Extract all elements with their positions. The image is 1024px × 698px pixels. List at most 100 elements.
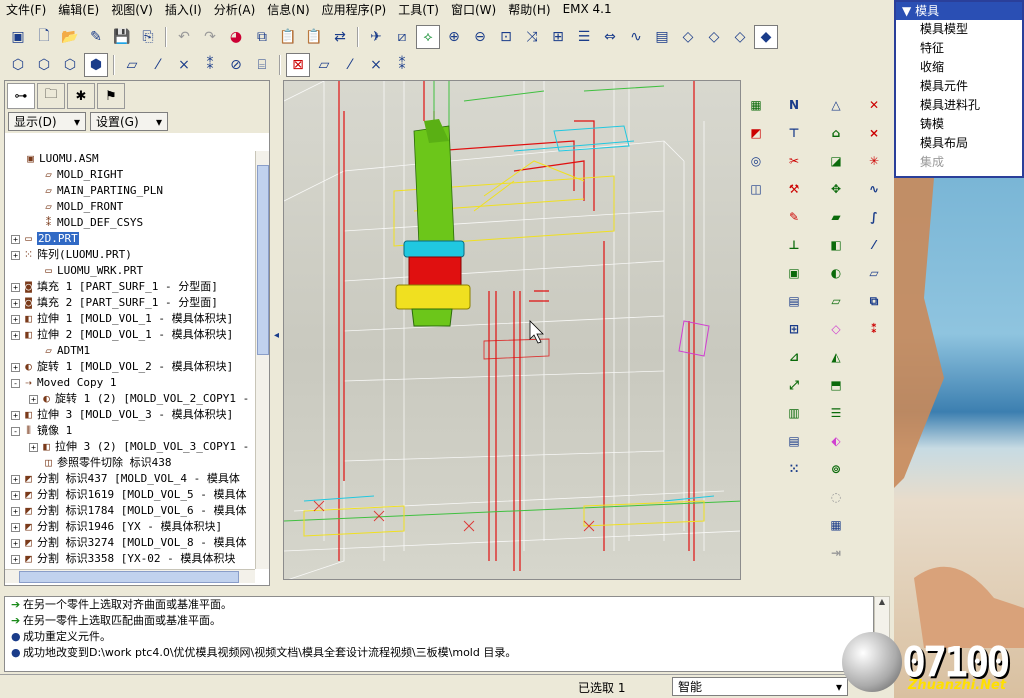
part-split-icon[interactable]: ◎ (745, 150, 767, 172)
close-window-icon[interactable]: ⊠ (286, 53, 310, 77)
tree-item[interactable]: + ◩ 分割 标识1619 [MOLD_VOL_5 - 模具体 (5, 487, 255, 503)
menu-analysis[interactable]: 分析(A) (208, 1, 262, 18)
no-hidden-icon[interactable]: ◇ (728, 25, 752, 49)
menu-item-feature[interactable]: 特征 (896, 39, 1022, 58)
triangle-icon[interactable]: △ (825, 94, 847, 116)
mold-base-icon[interactable]: ▦ (745, 94, 767, 116)
menu-item-shrinkage[interactable]: 收缩 (896, 58, 1022, 77)
tree-item[interactable]: + ◩ 分割 标识1784 [MOLD_VOL_6 - 模具体 (5, 503, 255, 519)
refit-icon[interactable]: ⊡ (494, 25, 518, 49)
expand-icon[interactable]: + (11, 538, 20, 548)
tree-item[interactable]: + ◩ 分割 标识437 [MOLD_VOL_4 - 模具体 (5, 471, 255, 487)
menu-item-mold-layout[interactable]: 模具布局 (896, 134, 1022, 153)
paste-special-icon[interactable]: 📋 (302, 25, 326, 49)
shell-icon[interactable]: ◇ (825, 318, 847, 340)
expand-icon[interactable]: + (11, 314, 20, 324)
saved-views-icon[interactable]: ⊞ (546, 25, 570, 49)
tree-item[interactable]: + ◧ 拉伸 2 [MOLD_VOL_1 - 模具体积块] (5, 327, 255, 343)
tree-item[interactable]: + ◙ 填充 1 [PART_SURF_1 - 分型面] (5, 279, 255, 295)
menu-applications[interactable]: 应用程序(P) (316, 1, 393, 18)
expand-icon[interactable]: + (11, 298, 20, 308)
circle-icon[interactable]: ◌ (825, 486, 847, 508)
datum-point-display-icon[interactable]: × (172, 53, 196, 77)
regenerate-icon[interactable]: ◕ (224, 25, 248, 49)
csys-display-icon[interactable]: ⁑ (198, 53, 222, 77)
fill-tool-icon[interactable]: ◪ (825, 150, 847, 172)
spline-icon[interactable]: ∫ (863, 206, 885, 228)
star-cross-icon[interactable]: ✳ (863, 150, 885, 172)
settings-dropdown[interactable]: 设置(G) ▾ (90, 112, 168, 131)
tree-vertical-scrollbar[interactable] (255, 151, 269, 569)
stack-layers-icon[interactable]: ☰ (825, 402, 847, 424)
display-dropdown[interactable]: 显示(D) ▾ (8, 112, 86, 131)
tree-item[interactable]: + ◩ 分割 标识1946 [YX - 模具体积块] (5, 519, 255, 535)
expand-icon[interactable]: + (11, 554, 20, 564)
select-window-icon[interactable]: ▣ (6, 25, 30, 49)
zoom-out-icon[interactable]: ⊖ (468, 25, 492, 49)
expand-icon[interactable]: + (29, 442, 38, 452)
cube-shaded-icon[interactable]: ⬢ (84, 53, 108, 77)
coord-icon[interactable]: ⁑ (390, 53, 414, 77)
shrink-icon[interactable]: ◩ (745, 122, 767, 144)
axis-icon[interactable]: ⁄ (338, 53, 362, 77)
csys-tool-icon[interactable]: ⁑ (863, 318, 885, 340)
tab-favorites[interactable]: ✱ (67, 83, 95, 109)
menu-insert[interactable]: 插入(I) (159, 1, 208, 18)
tab-connections[interactable]: ⚑ (97, 83, 125, 109)
stack-icon[interactable]: ▤ (783, 290, 805, 312)
hidden-line-icon[interactable]: ◇ (702, 25, 726, 49)
scroll-thumb[interactable] (257, 165, 269, 355)
new-file-icon[interactable]: 🗋 (32, 25, 56, 49)
model-tree-icon[interactable]: ⇄ (328, 25, 352, 49)
save-all-icon[interactable]: ⎘ (136, 25, 160, 49)
collapse-icon[interactable]: - (11, 426, 20, 436)
menu-file[interactable]: 文件(F) (0, 1, 52, 18)
cut-tool-icon[interactable]: ✂ (783, 150, 805, 172)
volume-icon[interactable]: ◫ (745, 178, 767, 200)
reorient-icon[interactable]: ⤨ (520, 25, 544, 49)
tree-item[interactable]: + ◩ 分割 标识3274 [MOLD_VOL_8 - 模具体 (5, 535, 255, 551)
pattern-tool-icon[interactable]: ⁙ (783, 458, 805, 480)
blend-icon[interactable]: ⬒ (825, 374, 847, 396)
expand-icon[interactable]: + (11, 234, 20, 244)
surface-icon[interactable]: ⌂ (825, 122, 847, 144)
shade-icon[interactable]: ▤ (650, 25, 674, 49)
open-folder-icon[interactable]: 📂 (58, 25, 82, 49)
tab-folder-browser[interactable]: 🗀 (37, 83, 65, 109)
layers-icon[interactable]: ☰ (572, 25, 596, 49)
matrix-icon[interactable]: ▦ (825, 514, 847, 536)
curve-icon[interactable]: ∿ (863, 178, 885, 200)
expand-icon[interactable]: + (11, 330, 20, 340)
expand-icon[interactable]: + (11, 490, 20, 500)
move-icon[interactable]: ✥ (825, 178, 847, 200)
tree-item[interactable]: ▱ MAIN_PARTING_PLN (5, 183, 255, 199)
line-icon[interactable]: ⁄ (863, 234, 885, 256)
orient-icon[interactable]: ⧄ (390, 25, 414, 49)
scroll-up-arrow-icon[interactable]: ▲ (875, 597, 889, 606)
tree-item[interactable]: + ◧ 拉伸 1 [MOLD_VOL_1 - 模具体积块] (5, 311, 255, 327)
rotate-icon[interactable]: ⤢ (783, 374, 805, 396)
collapse-icon[interactable]: - (11, 378, 20, 388)
menu-info[interactable]: 信息(N) (261, 1, 315, 18)
selection-filter[interactable]: 智能 ▾ (672, 677, 848, 696)
menu-edit[interactable]: 编辑(E) (52, 1, 105, 18)
wireframe-icon[interactable]: ◇ (676, 25, 700, 49)
tree-item[interactable]: + ◧ 拉伸 3 [MOLD_VOL_3 - 模具体积块] (5, 407, 255, 423)
tree-item[interactable]: ▱ ADTM1 (5, 343, 255, 359)
tree-item[interactable]: ▣ LUOMU.ASM (5, 151, 255, 167)
block-icon[interactable]: ▰ (825, 206, 847, 228)
align-icon[interactable]: ⊿ (783, 346, 805, 368)
tree-item[interactable]: ◫ 参照零件切除 标识438 (5, 455, 255, 471)
menu-help[interactable]: 帮助(H) (502, 1, 556, 18)
dimensions-icon[interactable]: ⇔ (598, 25, 622, 49)
save-icon[interactable]: 💾 (110, 25, 134, 49)
datum-plane-display-icon[interactable]: ▱ (120, 53, 144, 77)
cube-hidden-icon[interactable]: ⬡ (32, 53, 56, 77)
plane-icon[interactable]: ▱ (312, 53, 336, 77)
extrude-tool-icon[interactable]: ◧ (825, 234, 847, 256)
point-icon[interactable]: × (364, 53, 388, 77)
tree-item[interactable]: + ◐ 旋转 1 [MOLD_VOL_2 - 模具体积块] (5, 359, 255, 375)
redo-icon[interactable]: ↷ (198, 25, 222, 49)
tool-icon[interactable]: ⚒ (783, 178, 805, 200)
menu-item-mold-component[interactable]: 模具元件 (896, 77, 1022, 96)
